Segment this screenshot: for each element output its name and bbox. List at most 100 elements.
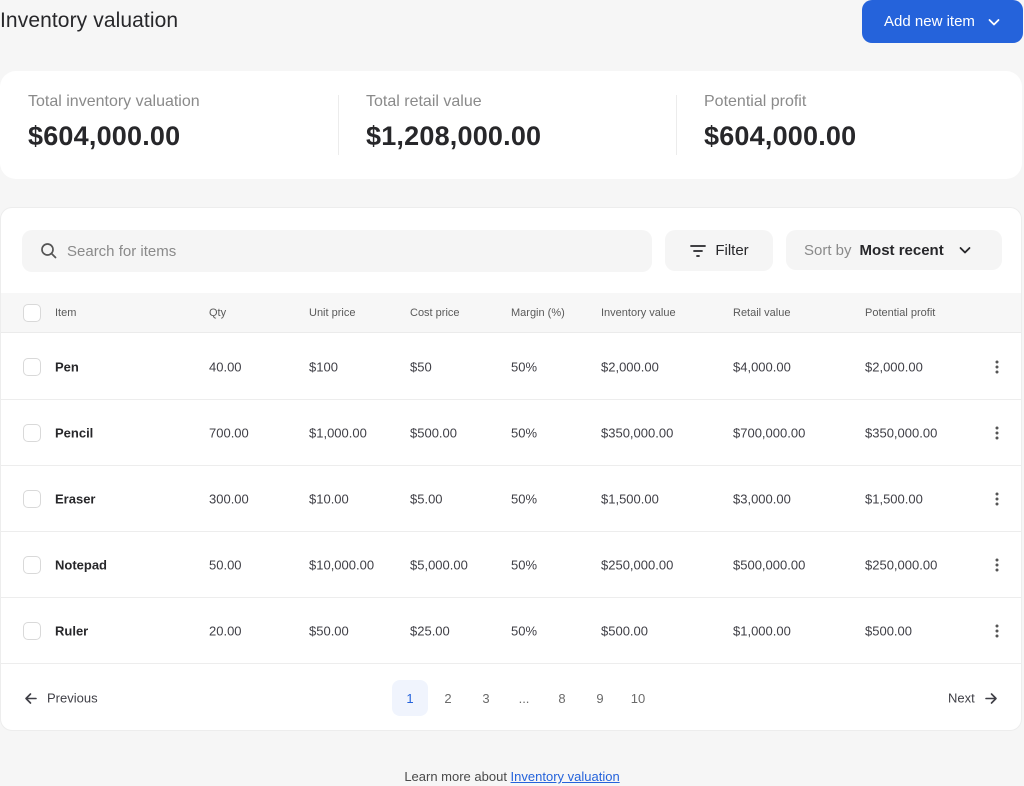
- cell-retail-value: $500,000.00: [733, 557, 805, 572]
- footer-help-text: Learn more about Inventory valuation: [0, 769, 1024, 784]
- table-row[interactable]: Notepad 50.00 $10,000.00 $5,000.00 50% $…: [1, 532, 1021, 598]
- chevron-down-icon: [958, 243, 972, 257]
- previous-page-button[interactable]: Previous: [24, 691, 98, 706]
- row-checkbox[interactable]: [23, 490, 41, 508]
- stat-total-retail-value: Total retail value $1,208,000.00: [338, 71, 676, 179]
- cell-potential-profit: $500.00: [865, 623, 912, 638]
- column-header-retail-value[interactable]: Retail value: [733, 307, 790, 319]
- column-header-margin[interactable]: Margin (%): [511, 307, 565, 319]
- page-title: Inventory valuation: [0, 9, 178, 33]
- stat-label: Total inventory valuation: [28, 93, 338, 111]
- chevron-down-icon: [987, 15, 1001, 29]
- cell-cost-price: $5.00: [410, 491, 443, 506]
- cell-cost-price: $25.00: [410, 623, 450, 638]
- cell-margin: 50%: [511, 623, 537, 638]
- cell-unit-price: $100: [309, 359, 338, 374]
- cell-unit-price: $1,000.00: [309, 425, 367, 440]
- table-row[interactable]: Ruler 20.00 $50.00 $25.00 50% $500.00 $1…: [1, 598, 1021, 664]
- page-2-button[interactable]: 2: [430, 680, 466, 716]
- row-checkbox[interactable]: [23, 358, 41, 376]
- summary-stats-card: Total inventory valuation $604,000.00 To…: [0, 71, 1022, 179]
- cell-cost-price: $5,000.00: [410, 557, 468, 572]
- add-new-item-button[interactable]: Add new item: [862, 0, 1023, 43]
- search-input[interactable]: [67, 243, 627, 260]
- stat-value: $604,000.00: [704, 121, 1014, 152]
- more-vertical-icon: [995, 492, 999, 506]
- previous-label: Previous: [47, 691, 98, 706]
- cell-inventory-value: $250,000.00: [601, 557, 673, 572]
- next-label: Next: [948, 691, 975, 706]
- arrow-left-icon: [24, 691, 38, 705]
- more-vertical-icon: [995, 360, 999, 374]
- row-actions-button[interactable]: [990, 424, 1004, 442]
- sort-label: Sort by: [804, 242, 852, 259]
- more-vertical-icon: [995, 426, 999, 440]
- column-header-qty[interactable]: Qty: [209, 307, 226, 319]
- cell-qty: 50.00: [209, 557, 242, 572]
- cell-inventory-value: $350,000.00: [601, 425, 673, 440]
- cell-potential-profit: $250,000.00: [865, 557, 937, 572]
- page-3-button[interactable]: 3: [468, 680, 504, 716]
- row-checkbox[interactable]: [23, 424, 41, 442]
- arrow-right-icon: [984, 691, 998, 705]
- search-box[interactable]: [22, 230, 652, 272]
- table-row[interactable]: Pencil 700.00 $1,000.00 $500.00 50% $350…: [1, 400, 1021, 466]
- column-header-item[interactable]: Item: [55, 307, 76, 319]
- column-header-unit-price[interactable]: Unit price: [309, 307, 355, 319]
- search-icon: [40, 242, 58, 260]
- cell-item: Pencil: [55, 425, 93, 440]
- column-header-potential-profit[interactable]: Potential profit: [865, 307, 935, 319]
- filter-label: Filter: [715, 242, 748, 259]
- cell-item: Eraser: [55, 491, 95, 506]
- page-1-button[interactable]: 1: [392, 680, 428, 716]
- select-all-checkbox[interactable]: [23, 304, 41, 322]
- column-header-cost-price[interactable]: Cost price: [410, 307, 460, 319]
- footer-text: Learn more about: [404, 769, 510, 784]
- cell-qty: 700.00: [209, 425, 249, 440]
- cell-item: Pen: [55, 359, 79, 374]
- page-ellipsis: ...: [506, 680, 542, 716]
- cell-item: Ruler: [55, 623, 88, 638]
- filter-button[interactable]: Filter: [665, 230, 773, 271]
- row-checkbox[interactable]: [23, 622, 41, 640]
- stat-potential-profit: Potential profit $604,000.00: [676, 71, 1014, 179]
- sort-value: Most recent: [860, 242, 944, 259]
- cell-cost-price: $500.00: [410, 425, 457, 440]
- stat-total-inventory-valuation: Total inventory valuation $604,000.00: [0, 71, 338, 179]
- page-10-button[interactable]: 10: [620, 680, 656, 716]
- column-header-inventory-value[interactable]: Inventory value: [601, 307, 676, 319]
- table-header: Item Qty Unit price Cost price Margin (%…: [1, 293, 1021, 333]
- row-actions-button[interactable]: [990, 622, 1004, 640]
- more-vertical-icon: [995, 624, 999, 638]
- pagination: Previous 1 2 3 ... 8 9 10 Next: [1, 665, 1021, 731]
- row-actions-button[interactable]: [990, 490, 1004, 508]
- cell-inventory-value: $500.00: [601, 623, 648, 638]
- cell-qty: 40.00: [209, 359, 242, 374]
- cell-inventory-value: $1,500.00: [601, 491, 659, 506]
- cell-retail-value: $1,000.00: [733, 623, 791, 638]
- next-page-button[interactable]: Next: [948, 691, 998, 706]
- stat-label: Total retail value: [366, 93, 676, 111]
- table-row[interactable]: Eraser 300.00 $10.00 $5.00 50% $1,500.00…: [1, 466, 1021, 532]
- page-9-button[interactable]: 9: [582, 680, 618, 716]
- cell-qty: 300.00: [209, 491, 249, 506]
- cell-retail-value: $4,000.00: [733, 359, 791, 374]
- table-row[interactable]: Pen 40.00 $100 $50 50% $2,000.00 $4,000.…: [1, 334, 1021, 400]
- row-actions-button[interactable]: [990, 556, 1004, 574]
- cell-item: Notepad: [55, 557, 107, 572]
- cell-potential-profit: $350,000.00: [865, 425, 937, 440]
- cell-margin: 50%: [511, 359, 537, 374]
- add-new-item-label: Add new item: [884, 13, 975, 30]
- inventory-valuation-link[interactable]: Inventory valuation: [511, 769, 620, 784]
- stat-value: $604,000.00: [28, 121, 338, 152]
- cell-margin: 50%: [511, 425, 537, 440]
- sort-dropdown[interactable]: Sort by Most recent: [786, 230, 1002, 270]
- row-checkbox[interactable]: [23, 556, 41, 574]
- cell-cost-price: $50: [410, 359, 432, 374]
- page-8-button[interactable]: 8: [544, 680, 580, 716]
- stat-value: $1,208,000.00: [366, 121, 676, 152]
- row-actions-button[interactable]: [990, 358, 1004, 376]
- cell-unit-price: $50.00: [309, 623, 349, 638]
- stat-label: Potential profit: [704, 93, 1014, 111]
- cell-retail-value: $3,000.00: [733, 491, 791, 506]
